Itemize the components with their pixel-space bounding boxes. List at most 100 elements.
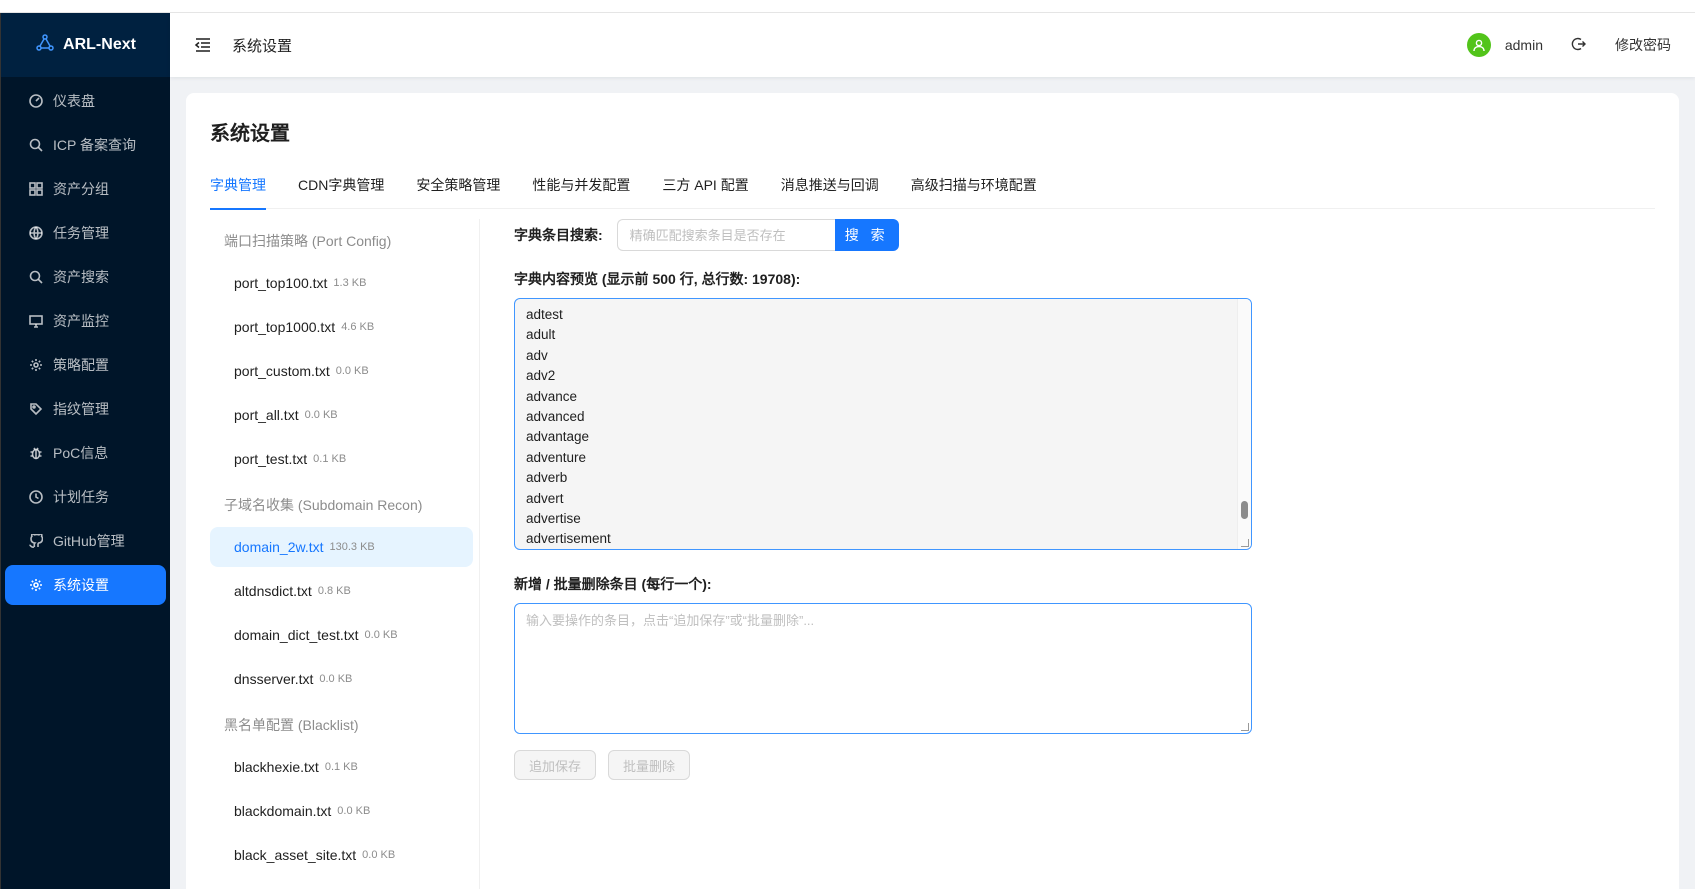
app-logo[interactable]: ARL-Next xyxy=(1,13,170,77)
dict-item[interactable]: altdnsdict.txt 0.8 KB xyxy=(210,571,473,611)
search-icon xyxy=(29,138,43,152)
sidebar-item-label: 资产搜索 xyxy=(53,269,109,285)
app-title: ARL-Next xyxy=(63,36,136,53)
tab-6[interactable]: 高级扫描与环境配置 xyxy=(911,169,1037,209)
dict-group-title: 黑名单配置 (Blacklist) xyxy=(224,717,359,733)
dict-item-name: domain_dict_test.txt xyxy=(234,627,359,643)
dict-item-name: blackdomain.txt xyxy=(234,803,332,819)
menu-fold-icon[interactable] xyxy=(194,36,212,54)
sidebar-item-0[interactable]: 仪表盘 xyxy=(5,81,166,121)
sidebar-item-5[interactable]: 资产监控 xyxy=(5,301,166,341)
append-save-button[interactable]: 追加保存 xyxy=(514,750,597,780)
dict-item[interactable]: domain_dict_test.txt 0.0 KB xyxy=(210,615,473,655)
dict-item-size: 4.6 KB xyxy=(341,321,375,333)
dict-item-name: port_test.txt xyxy=(234,451,308,467)
logout-icon[interactable] xyxy=(1571,36,1587,55)
dict-group-title: 子域名收集 (Subdomain Recon) xyxy=(224,497,423,513)
search-label: 字典条目搜索: xyxy=(514,227,603,243)
dict-item[interactable]: port_custom.txt 0.0 KB xyxy=(210,351,473,391)
username[interactable]: admin xyxy=(1505,37,1543,53)
sidebar-item-3[interactable]: 任务管理 xyxy=(5,213,166,253)
bug-icon xyxy=(29,446,43,460)
resize-handle-icon[interactable] xyxy=(1241,539,1249,547)
sidebar-item-label: GitHub管理 xyxy=(53,533,125,549)
dict-item[interactable]: dnsserver.txt 0.0 KB xyxy=(210,659,473,699)
dict-item-name: dnsserver.txt xyxy=(234,671,314,687)
preview-line: adverb xyxy=(526,470,568,486)
clock-icon xyxy=(29,490,43,504)
dict-item-size: 0.0 KB xyxy=(337,805,371,817)
sidebar-item-label: ICP 备案查询 xyxy=(53,137,136,153)
preview-content: adtest adult adv adv2 advance advanced advanta… xyxy=(515,299,1251,549)
resize-handle-icon[interactable] xyxy=(1241,723,1249,731)
tab-2[interactable]: 安全策略管理 xyxy=(416,169,500,209)
preview-line: advanced xyxy=(526,409,585,425)
dict-item-name: port_top100.txt xyxy=(234,275,328,291)
sidebar-menu: 仪表盘 ICP 备案查询资产分组任务管理资产搜索资产监控策略配置指纹管理 PoC信息… xyxy=(1,81,170,605)
tab-0[interactable]: 字典管理 xyxy=(210,169,266,210)
sidebar-item-1[interactable]: ICP 备案查询 xyxy=(5,125,166,165)
dict-item[interactable]: port_top100.txt 1.3 KB xyxy=(210,263,473,303)
sidebar-item-9[interactable]: 计划任务 xyxy=(5,477,166,517)
dict-item-size: 0.1 KB xyxy=(324,761,358,773)
dict-item[interactable]: port_test.txt 0.1 KB xyxy=(210,439,473,479)
scrollbar-thumb[interactable] xyxy=(1241,501,1248,519)
sidebar-item-2[interactable]: 资产分组 xyxy=(5,169,166,209)
dict-item-size: 0.8 KB xyxy=(317,585,351,597)
preview-label: 字典内容预览 (显示前 500 行, 总行数: 19708): xyxy=(514,271,801,287)
app-window: ARL-Next 仪表盘 ICP 备案查询资产分组任务管理资产搜索资产监控策略配置… xyxy=(0,12,1695,889)
tab-4[interactable]: 三方 API 配置 xyxy=(662,169,748,209)
change-password-link[interactable]: 修改密码 xyxy=(1615,35,1671,55)
sidebar-item-label: 任务管理 xyxy=(53,225,109,241)
sidebar-item-11[interactable]: 系统设置 xyxy=(5,565,166,605)
add-label: 新增 / 批量删除条目 (每行一个): xyxy=(514,576,712,592)
dict-item-name: blackhexie.txt xyxy=(234,759,319,775)
tab-5[interactable]: 消息推送与回调 xyxy=(781,169,879,209)
dict-item-size: 0.0 KB xyxy=(364,629,398,641)
batch-delete-button[interactable]: 批量删除 xyxy=(608,750,691,780)
add-entries-box xyxy=(514,603,1252,734)
sidebar-item-8[interactable]: PoC信息 xyxy=(5,433,166,473)
gear-icon xyxy=(29,358,43,372)
dict-item-size: 0.0 KB xyxy=(319,673,353,685)
preview-textarea[interactable]: adtest adult adv adv2 advance advanced advanta… xyxy=(514,298,1252,550)
gear-icon xyxy=(29,578,43,592)
preview-line: advertise xyxy=(526,511,581,527)
top-header: 系统设置 admin 修改密码 xyxy=(170,13,1695,77)
sidebar-item-6[interactable]: 策略配置 xyxy=(5,345,166,385)
settings-card: 系统设置 字典管理 CDN字典管理 安全策略管理 性能与并发配置 三方 API 配置 消息… xyxy=(186,93,1679,889)
dict-item[interactable]: port_top1000.txt 4.6 KB xyxy=(210,307,473,347)
tab-1[interactable]: CDN字典管理 xyxy=(298,169,384,209)
preview-line: advance xyxy=(526,388,578,404)
logo-icon xyxy=(35,33,55,58)
dictionary-editor: 字典条目搜索: 搜 索 字典内容预览 (显示前 500 行, 总行数: 1970… xyxy=(514,219,1274,780)
preview-line: adv xyxy=(526,347,548,363)
dict-item-size: 130.3 KB xyxy=(329,541,375,553)
github-icon xyxy=(29,534,43,548)
sidebar-item-4[interactable]: 资产搜索 xyxy=(5,257,166,297)
sidebar-item-label: 仪表盘 xyxy=(53,93,95,109)
add-entries-textarea[interactable] xyxy=(515,604,1251,733)
sidebar-item-label: 指纹管理 xyxy=(53,401,109,417)
search-button[interactable]: 搜 索 xyxy=(834,219,899,251)
sidebar-item-label: 策略配置 xyxy=(53,357,109,373)
preview-scrollbar[interactable] xyxy=(1237,299,1251,549)
dict-item[interactable]: port_all.txt 0.0 KB xyxy=(210,395,473,435)
dict-item[interactable]: black_asset_site.txt 0.0 KB xyxy=(210,835,473,875)
dict-item-name: altdnsdict.txt xyxy=(234,583,312,599)
dict-item[interactable]: blackhexie.txt 0.1 KB xyxy=(210,747,473,787)
sidebar-item-10[interactable]: GitHub管理 xyxy=(5,521,166,561)
sidebar-item-label: 计划任务 xyxy=(53,489,109,505)
dict-item-size: 0.1 KB xyxy=(313,453,347,465)
sidebar-item-7[interactable]: 指纹管理 xyxy=(5,389,166,429)
dict-item[interactable]: blackdomain.txt 0.0 KB xyxy=(210,791,473,831)
search-input[interactable] xyxy=(616,219,835,251)
page-title: 系统设置 xyxy=(210,123,290,145)
avatar[interactable] xyxy=(1466,33,1491,57)
preview-line: adv2 xyxy=(526,368,556,384)
dict-item[interactable]: domain_2w.txt 130.3 KB xyxy=(210,527,473,567)
header-title: 系统设置 xyxy=(232,37,293,55)
settings-tabs: 字典管理 CDN字典管理 安全策略管理 性能与并发配置 三方 API 配置 消息推送与回调… xyxy=(210,169,1655,210)
dictionary-list: 端口扫描策略 (Port Config) port_top100.txt 1.3 K… xyxy=(210,219,480,889)
tab-3[interactable]: 性能与并发配置 xyxy=(532,169,630,209)
